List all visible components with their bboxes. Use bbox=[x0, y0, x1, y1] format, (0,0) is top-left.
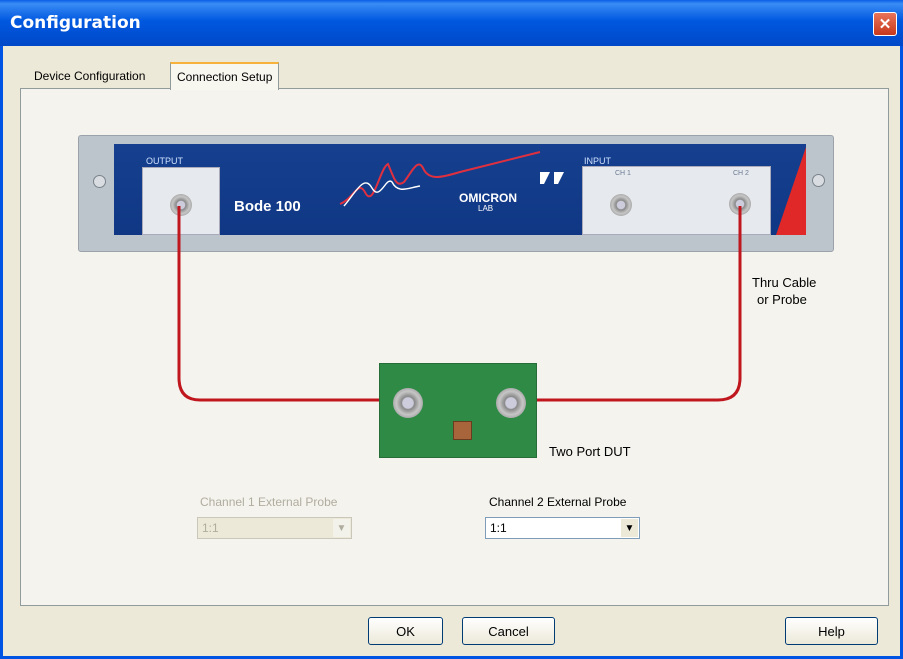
ok-button[interactable]: OK bbox=[368, 617, 443, 645]
dut-label: Two Port DUT bbox=[549, 444, 631, 459]
cable-diagram bbox=[177, 206, 742, 402]
ch2-probe-label: Channel 2 External Probe bbox=[489, 495, 627, 509]
output-cable bbox=[177, 206, 408, 402]
ch2-probe-select[interactable]: 1:1 ▼ bbox=[485, 517, 640, 539]
ch1-probe-select[interactable]: 1:1 ▼ bbox=[197, 517, 352, 539]
ch2-probe-value: 1:1 bbox=[490, 521, 507, 535]
chevron-down-icon: ▼ bbox=[333, 519, 350, 537]
dut-component-icon bbox=[453, 421, 472, 440]
dut-input-bnc-icon bbox=[393, 388, 423, 418]
ch1-probe-value: 1:1 bbox=[202, 521, 219, 535]
cable-label-line2: or Probe bbox=[757, 292, 807, 307]
ch1-probe-label: Channel 1 External Probe bbox=[200, 495, 338, 509]
input-cable bbox=[512, 206, 742, 402]
dut-output-bnc-icon bbox=[496, 388, 526, 418]
cancel-button[interactable]: Cancel bbox=[462, 617, 555, 645]
help-button[interactable]: Help bbox=[785, 617, 878, 645]
cable-label-line1: Thru Cable bbox=[752, 275, 817, 290]
chevron-down-icon: ▼ bbox=[621, 519, 638, 537]
